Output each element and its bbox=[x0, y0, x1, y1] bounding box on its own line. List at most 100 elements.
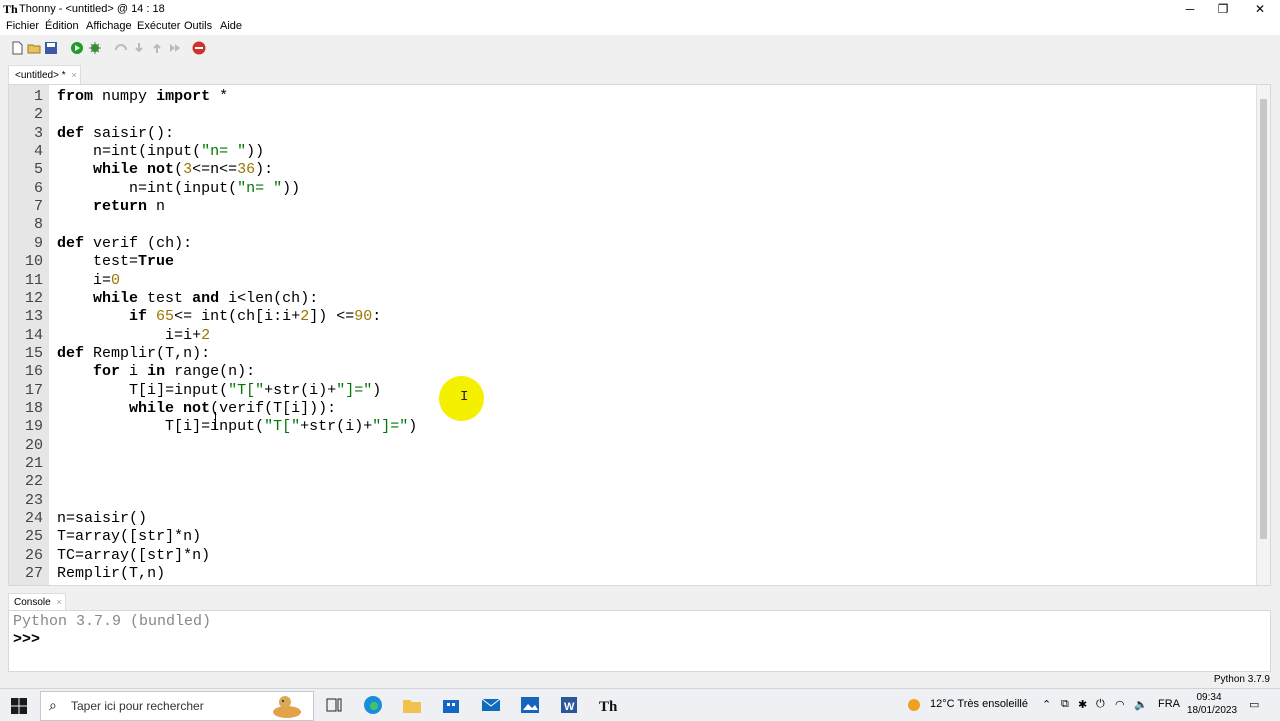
clock[interactable]: 09:34 18/01/2023 bbox=[1187, 691, 1237, 717]
network-icon[interactable]: ⧉ bbox=[1061, 698, 1069, 711]
code-line[interactable]: from numpy import * bbox=[57, 88, 228, 105]
line-number: 2 bbox=[33, 106, 43, 124]
console-tab-label: Console bbox=[14, 597, 51, 608]
thonny-taskbar-icon[interactable]: Th bbox=[598, 695, 618, 715]
search-icon: ⌕ bbox=[49, 697, 57, 713]
line-number: 16 bbox=[24, 363, 43, 381]
code-line[interactable]: T[i]=input("T["+str(i)+"]=") bbox=[57, 382, 381, 399]
microsoft-store-icon[interactable] bbox=[441, 695, 461, 715]
menu-outils[interactable]: Outils bbox=[184, 20, 212, 32]
thonny-logo-icon: Th bbox=[3, 2, 18, 16]
console-panel[interactable]: Python 3.7.9 (bundled) >>> bbox=[8, 610, 1271, 672]
menu-bar: Fichier Édition Affichage Exécuter Outil… bbox=[0, 18, 1280, 35]
weather-sun-icon[interactable] bbox=[906, 697, 922, 713]
editor-scrollbar[interactable] bbox=[1256, 85, 1270, 585]
editor-tab-bar: <untitled> * × bbox=[0, 61, 1280, 85]
code-line[interactable]: TC=array([str]*n) bbox=[57, 547, 210, 564]
line-number: 13 bbox=[24, 308, 43, 326]
volume-icon[interactable]: 🔈 bbox=[1134, 698, 1148, 711]
language-indicator[interactable]: FRA bbox=[1158, 698, 1180, 710]
minimize-button[interactable]: ─ bbox=[1172, 0, 1208, 18]
code-line[interactable]: def saisir(): bbox=[57, 125, 174, 142]
code-line[interactable]: i=0 bbox=[57, 272, 120, 289]
console-tab-close-icon[interactable]: × bbox=[56, 594, 61, 611]
new-file-icon[interactable] bbox=[10, 41, 24, 55]
svg-text:W: W bbox=[564, 701, 575, 713]
stop-icon[interactable] bbox=[192, 41, 206, 55]
search-placeholder: Taper ici pour rechercher bbox=[71, 699, 204, 713]
code-line[interactable]: n=int(input("n= ")) bbox=[57, 180, 300, 197]
line-number: 7 bbox=[33, 198, 43, 216]
code-line[interactable]: while test and i<len(ch): bbox=[57, 290, 318, 307]
windows-taskbar: ⌕ Taper ici pour rechercher W Th 12°C Tr… bbox=[0, 688, 1280, 721]
step-into-icon[interactable] bbox=[132, 41, 146, 55]
photos-icon[interactable] bbox=[520, 695, 540, 715]
menu-executer[interactable]: Exécuter bbox=[137, 20, 180, 32]
editor-scrollbar-thumb[interactable] bbox=[1260, 99, 1267, 539]
console-prompt[interactable]: >>> bbox=[13, 631, 40, 648]
code-line[interactable]: while not(verif(T[i])): bbox=[57, 400, 336, 417]
mail-icon[interactable] bbox=[481, 695, 501, 715]
line-number: 22 bbox=[24, 473, 43, 491]
tab-close-icon[interactable]: × bbox=[71, 66, 76, 85]
code-line[interactable]: def verif (ch): bbox=[57, 235, 192, 252]
taskbar-search[interactable]: ⌕ Taper ici pour rechercher bbox=[40, 691, 314, 721]
code-line[interactable]: T=array([str]*n) bbox=[57, 528, 201, 545]
line-number-gutter: 1 2 3 4 5 6 7 8 9 10 11 12 13 14 15 16 17 18 19 20 21 22 23 24 2… bbox=[9, 85, 49, 585]
line-number: 15 bbox=[24, 344, 43, 362]
code-line[interactable]: for i in range(n): bbox=[57, 363, 255, 380]
window-title: Thonny - <untitled> @ 14 : 18 bbox=[19, 3, 165, 15]
menu-edition[interactable]: Édition bbox=[45, 20, 79, 32]
line-number: 26 bbox=[24, 546, 43, 564]
bluetooth-icon[interactable]: ✱ bbox=[1078, 698, 1087, 711]
code-line[interactable]: i=i+2 bbox=[57, 327, 210, 344]
debug-icon[interactable] bbox=[88, 41, 102, 55]
close-button[interactable]: ✕ bbox=[1242, 0, 1278, 18]
title-bar: Th Thonny - <untitled> @ 14 : 18 ─ ❐ ✕ bbox=[0, 0, 1280, 18]
console-tab-bar: Console × bbox=[0, 590, 1280, 611]
resume-icon[interactable] bbox=[168, 41, 182, 55]
run-icon[interactable] bbox=[70, 41, 84, 55]
interpreter-status[interactable]: Python 3.7.9 bbox=[1214, 674, 1270, 685]
save-icon[interactable] bbox=[44, 41, 58, 55]
chevron-up-icon[interactable]: ⌃ bbox=[1042, 698, 1051, 711]
code-line[interactable]: n=saisir() bbox=[57, 510, 147, 527]
word-icon[interactable]: W bbox=[559, 695, 579, 715]
notifications-icon[interactable]: ▭ bbox=[1249, 698, 1259, 711]
line-number: 4 bbox=[33, 143, 43, 161]
line-number: 20 bbox=[24, 436, 43, 454]
step-out-icon[interactable] bbox=[150, 41, 164, 55]
line-number: 11 bbox=[24, 271, 43, 289]
step-over-icon[interactable] bbox=[114, 41, 128, 55]
windows-start-icon[interactable] bbox=[10, 697, 28, 715]
line-number: 3 bbox=[33, 124, 43, 142]
code-line[interactable]: n=int(input("n= ")) bbox=[57, 143, 264, 160]
line-number: 23 bbox=[24, 491, 43, 509]
maximize-button[interactable]: ❐ bbox=[1205, 0, 1241, 18]
tab-console[interactable]: Console × bbox=[8, 593, 66, 611]
open-folder-icon[interactable] bbox=[27, 41, 41, 55]
line-number: 17 bbox=[24, 381, 43, 399]
code-line[interactable]: return n bbox=[57, 198, 165, 215]
code-line[interactable]: def Remplir(T,n): bbox=[57, 345, 210, 362]
weather-text[interactable]: 12°C Très ensoleillé bbox=[930, 698, 1028, 710]
line-number: 14 bbox=[24, 326, 43, 344]
tab-untitled[interactable]: <untitled> * × bbox=[8, 65, 81, 85]
code-line[interactable]: T[i]=input("T["+str(i)+"]=") bbox=[57, 418, 417, 435]
task-view-icon[interactable] bbox=[324, 695, 344, 715]
line-number: 21 bbox=[24, 455, 43, 472]
edge-browser-icon[interactable] bbox=[363, 695, 383, 715]
code-line[interactable]: if 65<= int(ch[i:i+2]) <=90: bbox=[57, 308, 381, 325]
code-line[interactable]: while not(3<=n<=36): bbox=[57, 161, 273, 178]
text-caret bbox=[215, 412, 216, 429]
power-icon[interactable]: ⏻ bbox=[1096, 698, 1105, 711]
code-editor[interactable]: 1 2 3 4 5 6 7 8 9 10 11 12 13 14 15 16 17 18 19 20 21 22 23 24 2… bbox=[8, 84, 1271, 586]
code-line[interactable]: test=True bbox=[57, 253, 174, 270]
code-line[interactable]: Remplir(T,n) bbox=[57, 565, 165, 582]
menu-affichage[interactable]: Affichage bbox=[86, 20, 132, 32]
menu-fichier[interactable]: Fichier bbox=[6, 20, 39, 32]
wifi-icon[interactable]: ◠ bbox=[1115, 698, 1125, 711]
menu-aide[interactable]: Aide bbox=[220, 20, 242, 32]
line-number: 10 bbox=[24, 253, 43, 271]
file-explorer-icon[interactable] bbox=[402, 695, 422, 715]
